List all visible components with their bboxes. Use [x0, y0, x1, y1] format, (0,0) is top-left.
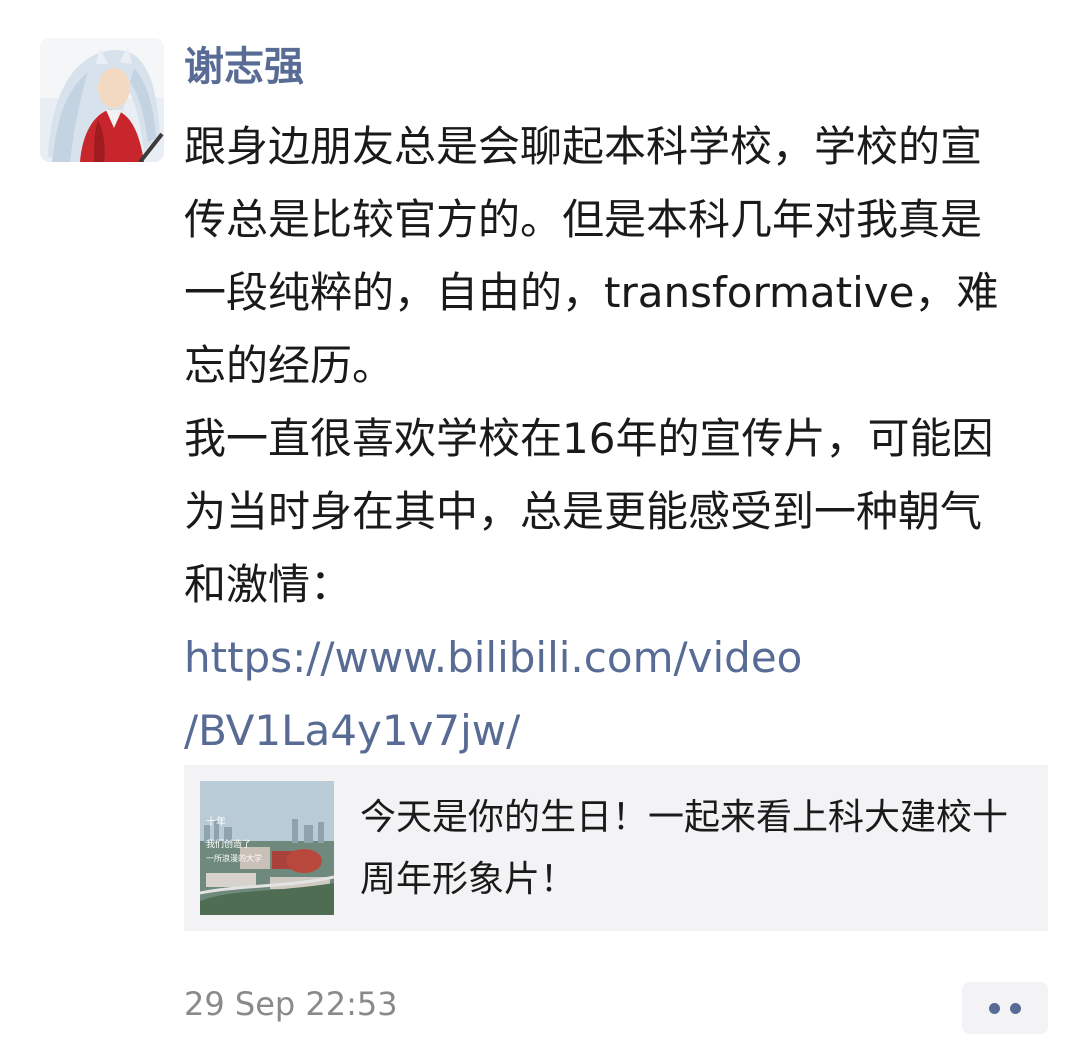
- post-text-line: 和激情：: [184, 560, 353, 609]
- video-link[interactable]: /BV1La4y1v7jw/: [184, 694, 1044, 767]
- post-text-line: 为当时身在其中，总是更能感受到一种朝气: [184, 487, 983, 536]
- post-text: 跟身边朋友总是会聊起本科学校，学校的宣 传总是比较官方的。但是本科几年对我真是 …: [184, 110, 1044, 767]
- thumbnail-caption: 我们创造了: [206, 838, 251, 850]
- thumbnail-caption: 一所浪漫的大学: [206, 853, 262, 863]
- post-text-line: 跟身边朋友总是会聊起本科学校，学校的宣: [184, 122, 983, 171]
- shared-link-title-line: 今天是你的生日！一起来看上科大建校十: [360, 797, 1009, 838]
- post-text-line: 一段纯粹的，自由的，transformative，难: [184, 268, 999, 317]
- more-actions-button[interactable]: [962, 982, 1048, 1034]
- post-text-line: 我一直很喜欢学校在16年的宣传片，可能因: [184, 414, 994, 463]
- avatar-image: [40, 38, 164, 162]
- thumbnail-caption: 十年: [206, 815, 226, 828]
- post-text-line: 传总是比较官方的。但是本科几年对我真是: [184, 195, 983, 244]
- shared-link-title-line: 周年形象片！: [360, 859, 577, 900]
- author-name[interactable]: 谢志强: [184, 40, 304, 94]
- two-dots-icon: [1010, 1003, 1021, 1014]
- two-dots-icon: [989, 1003, 1000, 1014]
- shared-link-card[interactable]: 十年 我们创造了 一所浪漫的大学 今天是你的生日！一起来看上科大建校十 周年形象…: [184, 765, 1048, 931]
- video-link[interactable]: https://www.bilibili.com/video: [184, 621, 1044, 694]
- post-text-line: 忘的经历。: [184, 341, 395, 390]
- shared-link-thumbnail: 十年 我们创造了 一所浪漫的大学: [200, 781, 334, 915]
- post-timestamp: 29 Sep 22:53: [184, 985, 398, 1023]
- shared-link-title: 今天是你的生日！一起来看上科大建校十 周年形象片！: [360, 787, 1030, 911]
- avatar[interactable]: [40, 38, 164, 162]
